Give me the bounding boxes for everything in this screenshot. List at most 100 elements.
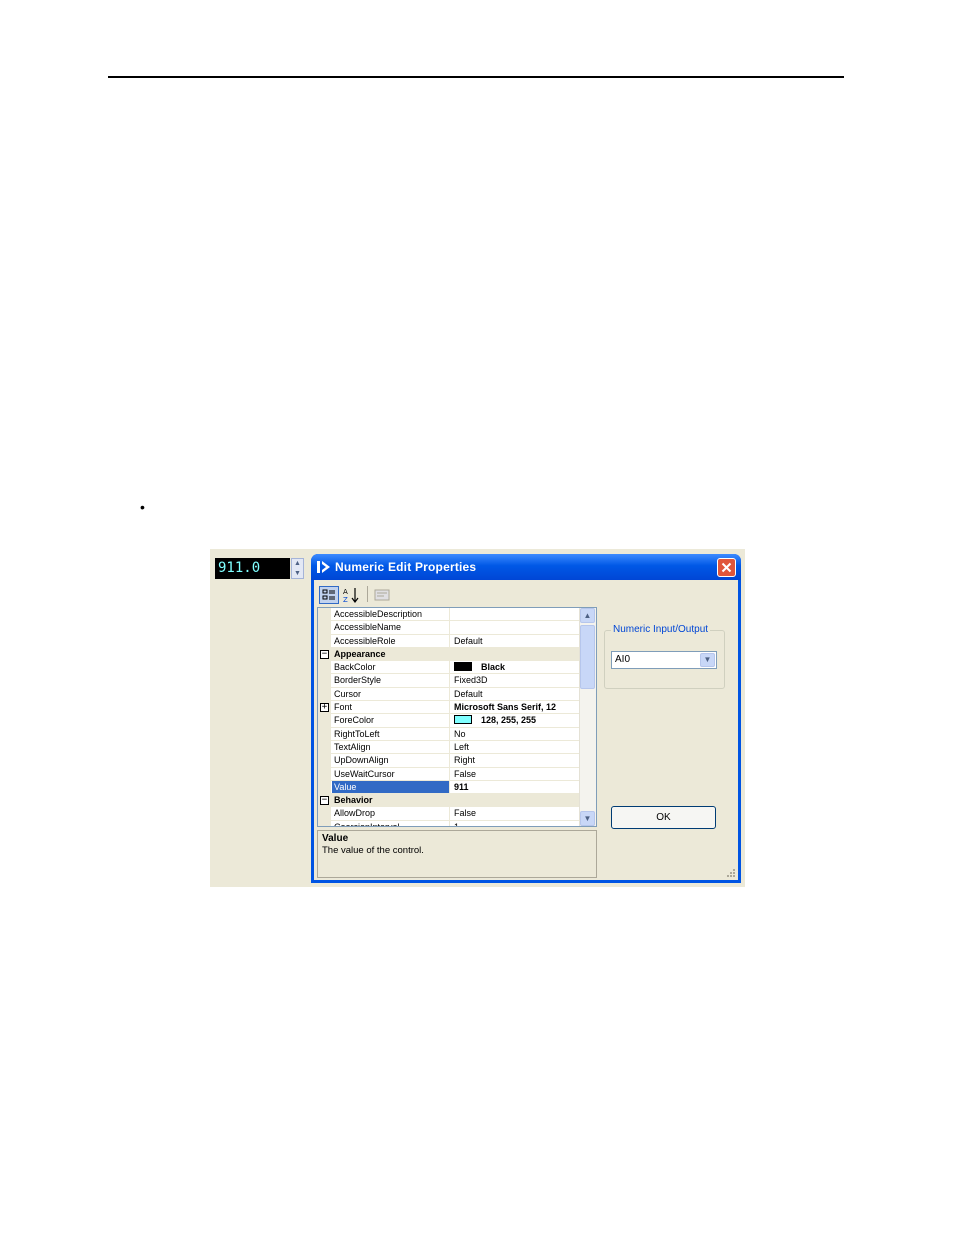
chevron-down-icon[interactable]: ▼ bbox=[700, 653, 715, 667]
row-gutter bbox=[318, 608, 331, 621]
row-gutter: − bbox=[318, 647, 331, 661]
property-toolbar: A Z bbox=[319, 584, 399, 604]
svg-text:Z: Z bbox=[343, 596, 348, 604]
categorized-icon bbox=[322, 589, 335, 600]
property-name: Cursor bbox=[332, 687, 450, 701]
categorized-button[interactable] bbox=[319, 586, 339, 604]
property-value[interactable]: Default bbox=[451, 635, 580, 647]
dialog-client-area: A Z AccessibleDescription AccessibleName… bbox=[314, 580, 738, 880]
io-channel-dropdown[interactable]: AI0 ▼ bbox=[611, 651, 717, 669]
property-row[interactable]: CoercionInterval 1 bbox=[318, 820, 580, 826]
property-row[interactable]: UpDownAlign Right bbox=[318, 754, 580, 768]
row-gutter bbox=[318, 634, 331, 647]
property-value[interactable]: Default bbox=[451, 688, 580, 700]
alphabetical-button[interactable]: A Z bbox=[342, 586, 362, 604]
row-gutter bbox=[318, 621, 331, 634]
property-value[interactable]: False bbox=[451, 807, 580, 819]
alphabetical-icon: A Z bbox=[343, 588, 359, 604]
property-name: Value bbox=[332, 780, 450, 794]
property-value[interactable]: 911 bbox=[451, 781, 580, 793]
property-name: UpDownAlign bbox=[332, 754, 450, 767]
property-pages-icon bbox=[374, 589, 390, 601]
property-value[interactable]: Left bbox=[451, 741, 580, 753]
category-label: Behavior bbox=[334, 795, 373, 806]
property-name: BackColor bbox=[332, 661, 450, 674]
color-swatch bbox=[454, 715, 472, 725]
spin-down-icon[interactable]: ▼ bbox=[292, 569, 303, 578]
property-row[interactable]: + Font Microsoft Sans Serif, 12 bbox=[318, 701, 580, 715]
property-grid[interactable]: AccessibleDescription AccessibleName Acces… bbox=[317, 607, 597, 827]
grid-scrollbar[interactable]: ▲ ▼ bbox=[579, 608, 596, 826]
screenshot-figure: 911.0 ▲ ▼ Numeric Edit Properties A Z Ac… bbox=[210, 549, 745, 887]
property-row[interactable]: AllowDrop False bbox=[318, 807, 580, 821]
property-name: UseWaitCursor bbox=[332, 767, 450, 780]
description-title: Value bbox=[322, 833, 349, 844]
scroll-thumb[interactable] bbox=[580, 625, 595, 689]
property-value[interactable]: Right bbox=[451, 754, 580, 766]
property-row[interactable]: UseWaitCursor False bbox=[318, 767, 580, 781]
category-label: Appearance bbox=[334, 648, 386, 659]
category-row[interactable]: − Appearance bbox=[318, 647, 580, 662]
expand-icon[interactable]: + bbox=[320, 703, 329, 713]
svg-text:A: A bbox=[343, 588, 348, 596]
property-name: AccessibleDescription bbox=[332, 608, 450, 621]
property-name: Font bbox=[332, 701, 450, 714]
row-gutter bbox=[318, 780, 331, 794]
property-row[interactable]: ForeColor 128, 255, 255 bbox=[318, 714, 580, 728]
properties-dialog: Numeric Edit Properties A Z AccessibleDe… bbox=[311, 554, 741, 883]
toolbar-separator bbox=[367, 586, 368, 602]
property-name: BorderStyle bbox=[332, 674, 450, 687]
property-row[interactable]: AccessibleRole Default bbox=[318, 634, 580, 648]
group-label: Numeric Input/Output bbox=[611, 624, 711, 636]
property-value[interactable] bbox=[451, 621, 580, 633]
property-name: CoercionInterval bbox=[332, 820, 450, 826]
property-row[interactable]: Cursor Default bbox=[318, 687, 580, 702]
row-gutter bbox=[318, 674, 331, 687]
property-name: AccessibleName bbox=[332, 621, 450, 634]
numeric-io-group: Numeric Input/Output AI0 ▼ bbox=[604, 624, 725, 689]
ok-button[interactable]: OK bbox=[611, 806, 716, 829]
property-value[interactable]: Microsoft Sans Serif, 12 bbox=[451, 701, 580, 713]
collapse-icon[interactable]: − bbox=[320, 796, 329, 806]
numeric-edit-control[interactable]: 911.0 ▲ ▼ bbox=[215, 558, 304, 579]
property-row[interactable]: AccessibleName bbox=[318, 621, 580, 635]
spin-buttons[interactable]: ▲ ▼ bbox=[291, 558, 304, 579]
property-row[interactable]: BackColor Black bbox=[318, 661, 580, 675]
row-gutter bbox=[318, 727, 331, 740]
resize-grip-icon[interactable] bbox=[726, 868, 736, 878]
property-rows: AccessibleDescription AccessibleName Acces… bbox=[318, 608, 580, 826]
property-value[interactable] bbox=[451, 608, 580, 620]
property-row[interactable]: Value 911 bbox=[318, 780, 580, 795]
property-value[interactable]: False bbox=[451, 768, 580, 780]
property-row[interactable]: AccessibleDescription bbox=[318, 608, 580, 622]
property-name: ForeColor bbox=[332, 714, 450, 727]
scroll-up-icon[interactable]: ▲ bbox=[580, 608, 595, 623]
description-text: The value of the control. bbox=[322, 845, 424, 856]
property-value[interactable]: No bbox=[451, 728, 580, 740]
close-icon bbox=[721, 562, 732, 573]
property-row[interactable]: TextAlign Left bbox=[318, 740, 580, 755]
property-pages-button[interactable] bbox=[372, 586, 392, 604]
property-value-text: Black bbox=[481, 662, 506, 673]
close-button[interactable] bbox=[717, 558, 736, 577]
row-gutter bbox=[318, 661, 331, 674]
row-gutter bbox=[318, 687, 331, 701]
spin-up-icon[interactable]: ▲ bbox=[292, 559, 303, 568]
row-gutter: − bbox=[318, 794, 331, 807]
property-row[interactable]: BorderStyle Fixed3D bbox=[318, 674, 580, 688]
numeric-display[interactable]: 911.0 bbox=[215, 558, 290, 579]
property-value[interactable]: Fixed3D bbox=[451, 674, 580, 686]
property-value[interactable]: Black bbox=[451, 661, 580, 673]
row-gutter bbox=[318, 767, 331, 780]
row-gutter: + bbox=[318, 701, 331, 714]
row-gutter bbox=[318, 754, 331, 767]
dialog-titlebar[interactable]: Numeric Edit Properties bbox=[311, 554, 741, 580]
collapse-icon[interactable]: − bbox=[320, 649, 329, 659]
scroll-down-icon[interactable]: ▼ bbox=[580, 811, 595, 826]
property-row[interactable]: RightToLeft No bbox=[318, 727, 580, 741]
app-logo-icon bbox=[317, 561, 330, 573]
category-row[interactable]: − Behavior bbox=[318, 794, 580, 808]
property-value[interactable]: 128, 255, 255 bbox=[451, 714, 580, 726]
property-value[interactable]: 1 bbox=[451, 821, 580, 826]
color-swatch bbox=[454, 662, 472, 672]
